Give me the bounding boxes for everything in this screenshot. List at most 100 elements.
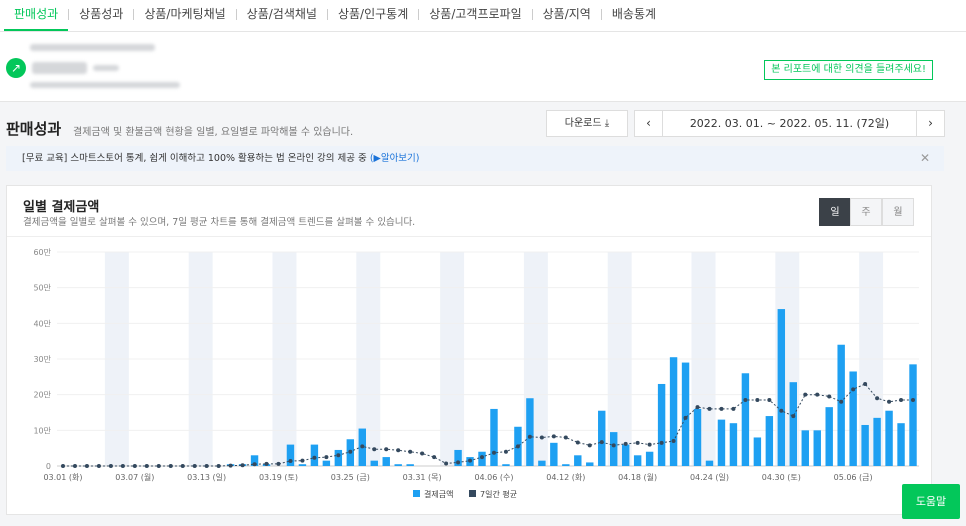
date-range-display[interactable]: 2022. 03. 01. ~ 2022. 05. 11. (72일) bbox=[662, 110, 917, 137]
period-week-button[interactable]: 주 bbox=[850, 198, 882, 226]
x-tick-label: 05.06 (금) bbox=[834, 473, 873, 482]
avg-point bbox=[408, 449, 413, 454]
avg-point bbox=[791, 414, 796, 419]
tab-sales-performance[interactable]: 판매성과 bbox=[4, 5, 69, 31]
x-tick-label: 03.01 (화) bbox=[43, 473, 82, 482]
avg-point bbox=[767, 398, 772, 403]
date-prev-button[interactable]: ‹ bbox=[634, 110, 663, 137]
bar bbox=[741, 373, 750, 466]
avg-point bbox=[851, 387, 856, 392]
bar bbox=[645, 451, 654, 466]
tab-product-region[interactable]: 상품/지역 bbox=[533, 5, 601, 31]
y-tick-label: 30만 bbox=[33, 355, 51, 364]
tab-product-customer-profile[interactable]: 상품/고객프로파일 bbox=[419, 5, 531, 31]
page-title: 판매성과 bbox=[6, 120, 62, 138]
top-navigation: 판매성과 상품성과 상품/마케팅채널 상품/검색채널 상품/인구통계 상품/고객… bbox=[0, 0, 966, 32]
bar bbox=[538, 460, 546, 466]
legend-swatch-payment bbox=[413, 490, 420, 497]
bar bbox=[322, 460, 331, 466]
avg-point bbox=[252, 462, 257, 467]
date-next-button[interactable]: › bbox=[916, 110, 945, 137]
store-growth-icon: ↗ bbox=[6, 58, 26, 78]
avg-point bbox=[168, 464, 173, 468]
period-month-button[interactable]: 월 bbox=[882, 198, 914, 226]
avg-point bbox=[695, 405, 700, 410]
avg-point bbox=[863, 381, 868, 386]
avg-point bbox=[312, 455, 317, 460]
card-title: 일별 결제금액 bbox=[23, 200, 100, 215]
bar bbox=[681, 362, 690, 466]
bar bbox=[837, 344, 845, 466]
avg-point bbox=[204, 464, 209, 468]
tab-product-demographics[interactable]: 상품/인구통계 bbox=[328, 5, 418, 31]
legend-swatch-average bbox=[469, 490, 476, 497]
page-description: 결제금액 및 환불금액 현황을 일별, 요일별로 파악해볼 수 있습니다. bbox=[73, 127, 354, 138]
y-tick-label: 50만 bbox=[33, 284, 51, 293]
avg-point bbox=[743, 398, 748, 403]
avg-point bbox=[96, 464, 101, 468]
bar bbox=[753, 437, 762, 466]
download-button[interactable]: 다운로드 ⤓ bbox=[546, 110, 628, 137]
bar bbox=[382, 457, 390, 466]
legend-label-average: 7일간 평균 bbox=[480, 489, 517, 499]
bar bbox=[490, 408, 498, 466]
avg-point bbox=[108, 464, 113, 468]
y-tick-label: 20만 bbox=[33, 391, 51, 400]
avg-point bbox=[264, 461, 269, 466]
bar bbox=[502, 464, 510, 466]
bar bbox=[394, 464, 402, 466]
avg-point bbox=[587, 443, 592, 448]
tab-product-marketing-channel[interactable]: 상품/마케팅채널 bbox=[134, 5, 235, 31]
bar bbox=[621, 444, 630, 466]
bar bbox=[693, 408, 702, 466]
avg-point bbox=[839, 399, 844, 404]
blurred-store-link bbox=[30, 82, 180, 88]
avg-point bbox=[120, 464, 125, 468]
y-tick-label: 60만 bbox=[33, 248, 51, 257]
tab-delivery-stats[interactable]: 배송통계 bbox=[602, 5, 666, 31]
store-info-bar: ↗ 본 리포트에 대한 의견을 들려주세요! bbox=[0, 32, 966, 102]
avg-point bbox=[719, 406, 724, 411]
bar bbox=[849, 371, 857, 466]
avg-point bbox=[384, 447, 389, 452]
tab-product-performance[interactable]: 상품성과 bbox=[69, 5, 133, 31]
bar bbox=[562, 464, 570, 466]
avg-point bbox=[84, 464, 89, 468]
avg-point bbox=[875, 396, 880, 401]
x-tick-label: 03.25 (금) bbox=[331, 473, 370, 482]
bar bbox=[526, 398, 534, 466]
bar bbox=[370, 460, 378, 466]
avg-point bbox=[911, 398, 916, 403]
period-day-button[interactable]: 일 bbox=[819, 198, 851, 226]
x-tick-label: 04.06 (수) bbox=[474, 473, 513, 482]
bar bbox=[310, 444, 319, 466]
notice-link[interactable]: (▶알아보기) bbox=[370, 153, 420, 164]
bar bbox=[765, 416, 774, 466]
blurred-store-url bbox=[30, 44, 155, 51]
help-button[interactable]: 도움말 bbox=[902, 484, 960, 519]
download-icon: ⤓ bbox=[604, 118, 610, 129]
avg-point bbox=[599, 440, 604, 445]
y-tick-label: 10만 bbox=[33, 426, 51, 435]
bar bbox=[598, 410, 606, 466]
bar bbox=[609, 432, 618, 466]
close-icon[interactable]: ✕ bbox=[920, 146, 930, 171]
x-tick-label: 04.18 (월) bbox=[618, 472, 657, 482]
legend-label-payment: 결제금액 bbox=[424, 489, 453, 499]
avg-point bbox=[348, 449, 353, 454]
avg-point bbox=[336, 453, 341, 458]
x-tick-label: 04.24 (일) bbox=[690, 473, 729, 482]
avg-point bbox=[420, 451, 425, 456]
tab-product-search-channel[interactable]: 상품/검색채널 bbox=[237, 5, 327, 31]
feedback-button[interactable]: 본 리포트에 대한 의견을 들려주세요! bbox=[764, 60, 933, 80]
avg-point bbox=[444, 461, 449, 466]
avg-point bbox=[228, 463, 233, 468]
card-divider bbox=[7, 236, 931, 237]
bar bbox=[669, 357, 678, 466]
avg-point bbox=[827, 394, 832, 399]
avg-point bbox=[456, 460, 461, 465]
avg-point bbox=[527, 434, 532, 439]
avg-point bbox=[707, 406, 712, 411]
avg-point bbox=[216, 464, 221, 468]
avg-point bbox=[539, 435, 544, 440]
